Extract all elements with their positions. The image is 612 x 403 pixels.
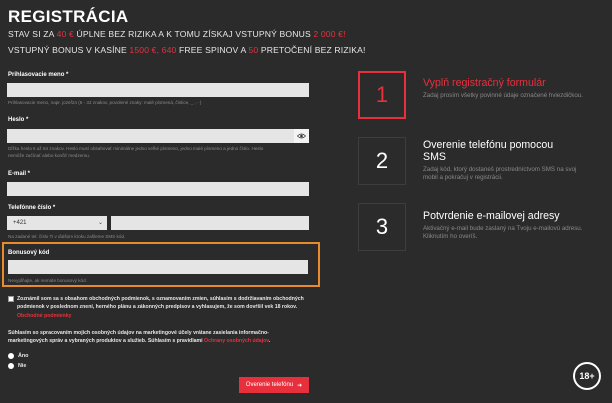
verify-phone-label: Overenie telefónu	[245, 382, 294, 388]
consent-no-label: Nie	[18, 363, 27, 369]
email-label: E-mail *	[8, 171, 31, 177]
verify-phone-button[interactable]: Overenie telefónu ➜	[239, 377, 309, 393]
consent-text: Súhlasím so spracovaním mojich osobných …	[8, 330, 271, 345]
password-hint-2: nemôže začínať alebo končiť medzerou.	[8, 153, 91, 158]
step-1-number: 1	[358, 71, 406, 119]
step-3-number: 3	[358, 203, 406, 251]
step-1-title: Vyplň registračný formulár	[423, 77, 546, 89]
bonus-code-input[interactable]	[8, 260, 308, 274]
username-hint: Prihlasovacie meno, napr. jozef24 (6 - 3…	[8, 100, 202, 105]
step-1-desc: Zadaj prosím všetky povinné údaje označe…	[423, 92, 583, 99]
step-2-title-1: Overenie telefónu pomocou	[423, 139, 554, 151]
step-2-title-2: SMS	[423, 151, 446, 163]
phone-input[interactable]	[111, 216, 309, 230]
show-password-button[interactable]	[294, 129, 309, 143]
password-hint-1: Dĺžka hesla 6 až 64 znakov. Heslo musí o…	[8, 146, 264, 151]
bonus-label: Bonusový kód	[8, 250, 50, 256]
phone-hint: Na zadané tel. číslo Ti v ďalšom kroku z…	[8, 234, 126, 239]
consent-yes-label: Áno	[18, 353, 29, 359]
username-input[interactable]	[7, 83, 309, 97]
password-label: Heslo *	[8, 117, 29, 123]
consent-yes-radio[interactable]	[8, 353, 14, 359]
step-2-number: 2	[358, 137, 406, 185]
terms-checkbox[interactable]	[8, 296, 14, 302]
consent-no-radio[interactable]	[8, 363, 14, 369]
chevron-down-icon: ⌄	[97, 220, 103, 226]
phone-label: Telefónne číslo *	[8, 205, 56, 211]
step-3-desc: Aktivačný e-mail bude zaslaný na Tvoju e…	[423, 225, 583, 241]
page-title: REGISTRÁCIA	[8, 7, 129, 26]
terms-text: Zoznámil som sa s obsahom obchodných pod…	[17, 296, 304, 319]
phone-prefix-select[interactable]: +421 ⌄	[7, 216, 107, 230]
phone-prefix-value: +421	[13, 220, 27, 226]
username-label: Prihlasovacie meno *	[8, 72, 69, 78]
age-18-badge: 18+	[573, 362, 601, 390]
promo-line-2: VSTUPNÝ BONUS V KASÍNE 1500 €, 640 FREE …	[8, 45, 366, 55]
eye-icon	[297, 133, 306, 139]
bonus-hint: Nevypĺňajte, ak nemáte bonusový kód.	[8, 278, 87, 283]
step-2-desc: Zadaj kód, ktorý dostaneš prostredníctvo…	[423, 166, 577, 182]
step-3-title: Potvrdenie e-mailovej adresy	[423, 210, 560, 222]
email-field[interactable]	[7, 182, 309, 196]
privacy-link[interactable]: Ochrany osobných údajov	[204, 338, 269, 344]
arrow-right-icon: ➜	[297, 382, 303, 389]
terms-link[interactable]: Obchodné podmienky	[17, 313, 71, 319]
promo-line-1: STAV SI ZA 40 € ÚPLNE BEZ RIZIKA A K TOM…	[8, 29, 346, 39]
password-input[interactable]	[7, 129, 294, 143]
